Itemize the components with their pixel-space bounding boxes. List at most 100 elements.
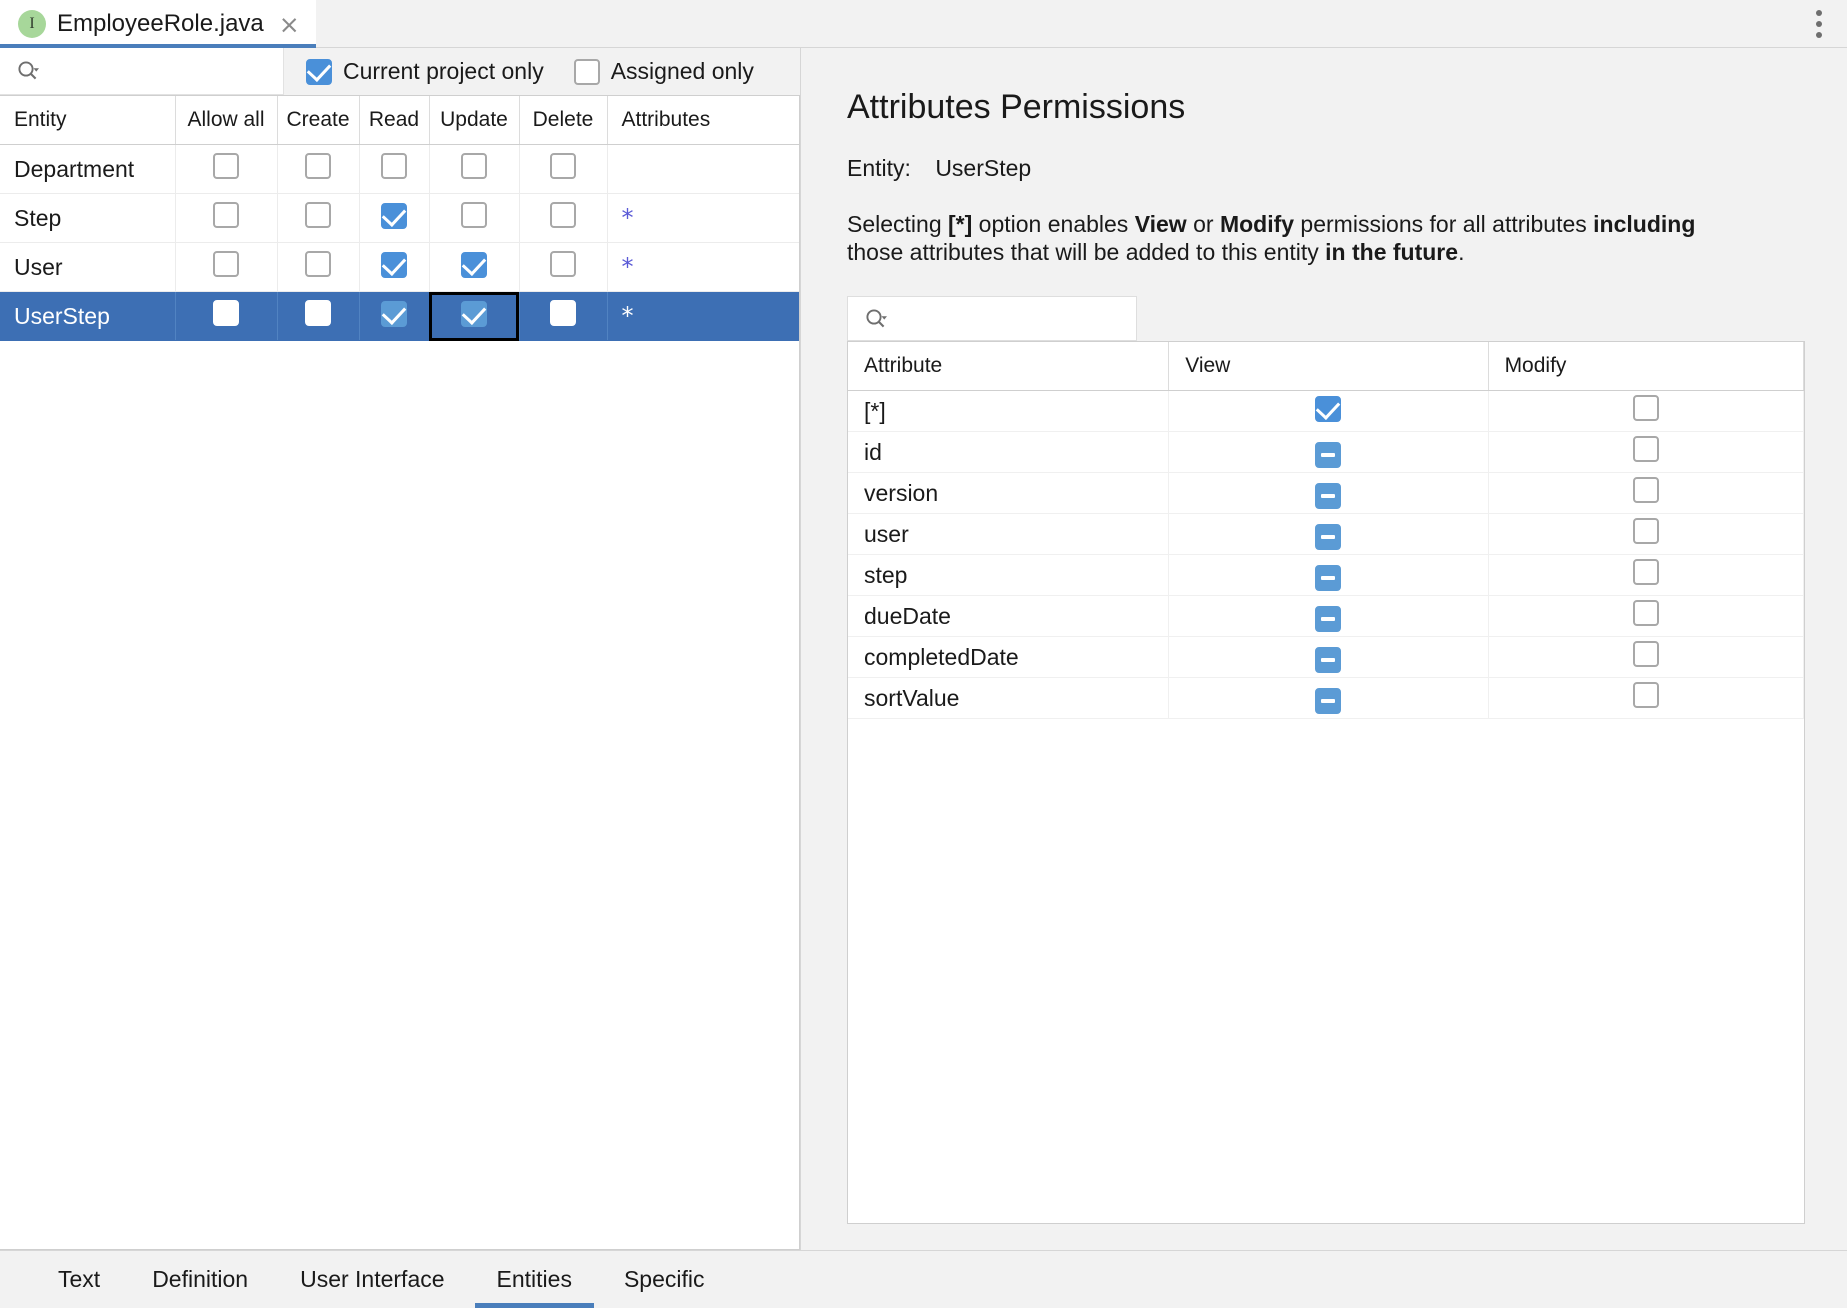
view-checkbox[interactable] <box>1315 524 1341 550</box>
update-checkbox[interactable] <box>461 252 487 278</box>
table-row[interactable]: completedDate <box>848 637 1804 678</box>
entity-name-cell[interactable]: UserStep <box>0 292 175 341</box>
modify-checkbox[interactable] <box>1633 600 1659 626</box>
delete-checkbox[interactable] <box>550 251 576 277</box>
table-row[interactable]: version <box>848 473 1804 514</box>
filter-current-project-only[interactable]: Current project only <box>306 58 544 85</box>
cell-delete[interactable] <box>519 194 607 243</box>
allow-all-checkbox[interactable] <box>213 202 239 228</box>
cell-modify[interactable] <box>1488 637 1803 678</box>
cell-read[interactable] <box>359 194 429 243</box>
table-row[interactable]: Step * <box>0 194 800 243</box>
create-checkbox[interactable] <box>305 300 331 326</box>
modify-checkbox[interactable] <box>1633 559 1659 585</box>
entity-search-input[interactable] <box>40 59 295 83</box>
view-checkbox[interactable] <box>1315 565 1341 591</box>
column-header-attributes[interactable]: Attributes <box>607 96 800 145</box>
cell-modify[interactable] <box>1488 514 1803 555</box>
cell-create[interactable] <box>277 243 359 292</box>
attribute-name-cell[interactable]: id <box>848 432 1169 473</box>
editor-tab-employeerole[interactable]: I EmployeeRole.java × <box>0 0 316 48</box>
cell-create[interactable] <box>277 194 359 243</box>
cell-modify[interactable] <box>1488 678 1803 719</box>
column-header-read[interactable]: Read <box>359 96 429 145</box>
cell-view[interactable] <box>1169 555 1488 596</box>
cell-modify[interactable] <box>1488 596 1803 637</box>
more-vertical-icon[interactable] <box>1791 0 1847 47</box>
cell-read[interactable] <box>359 243 429 292</box>
attribute-name-cell[interactable]: [*] <box>848 391 1169 432</box>
cell-allow-all[interactable] <box>175 194 277 243</box>
cell-attributes[interactable]: * <box>607 243 800 292</box>
cell-update[interactable] <box>429 292 519 341</box>
modify-checkbox[interactable] <box>1633 395 1659 421</box>
assigned-only-checkbox[interactable] <box>574 59 600 85</box>
tab-specific[interactable]: Specific <box>598 1251 731 1308</box>
modify-checkbox[interactable] <box>1633 477 1659 503</box>
table-row[interactable]: step <box>848 555 1804 596</box>
modify-checkbox[interactable] <box>1633 518 1659 544</box>
entity-search-box[interactable] <box>0 48 284 95</box>
update-checkbox[interactable] <box>461 153 487 179</box>
table-row[interactable]: user <box>848 514 1804 555</box>
column-header-entity[interactable]: Entity <box>0 96 175 145</box>
cell-view[interactable] <box>1169 473 1488 514</box>
cell-create[interactable] <box>277 292 359 341</box>
cell-create[interactable] <box>277 145 359 194</box>
filter-assigned-only[interactable]: Assigned only <box>574 58 754 85</box>
cell-attributes[interactable]: * <box>607 194 800 243</box>
create-checkbox[interactable] <box>305 153 331 179</box>
cell-delete[interactable] <box>519 243 607 292</box>
view-checkbox[interactable] <box>1315 396 1341 422</box>
cell-view[interactable] <box>1169 596 1488 637</box>
tab-definition[interactable]: Definition <box>126 1251 274 1308</box>
table-row[interactable]: dueDate <box>848 596 1804 637</box>
read-checkbox[interactable] <box>381 203 407 229</box>
cell-view[interactable] <box>1169 391 1488 432</box>
create-checkbox[interactable] <box>305 202 331 228</box>
cell-modify[interactable] <box>1488 391 1803 432</box>
attribute-name-cell[interactable]: user <box>848 514 1169 555</box>
update-checkbox[interactable] <box>461 301 487 327</box>
table-row[interactable]: Department <box>0 145 800 194</box>
cell-modify[interactable] <box>1488 473 1803 514</box>
attribute-name-cell[interactable]: completedDate <box>848 637 1169 678</box>
cell-allow-all[interactable] <box>175 292 277 341</box>
allow-all-checkbox[interactable] <box>213 300 239 326</box>
view-checkbox[interactable] <box>1315 606 1341 632</box>
entity-name-cell[interactable]: User <box>0 243 175 292</box>
attribute-name-cell[interactable]: dueDate <box>848 596 1169 637</box>
view-checkbox[interactable] <box>1315 688 1341 714</box>
entity-name-cell[interactable]: Step <box>0 194 175 243</box>
entity-name-cell[interactable]: Department <box>0 145 175 194</box>
cell-update[interactable] <box>429 145 519 194</box>
update-checkbox[interactable] <box>461 202 487 228</box>
cell-attributes[interactable] <box>607 145 800 194</box>
tab-user-interface[interactable]: User Interface <box>274 1251 470 1308</box>
view-checkbox[interactable] <box>1315 442 1341 468</box>
column-header-update[interactable]: Update <box>429 96 519 145</box>
cell-read[interactable] <box>359 292 429 341</box>
allow-all-checkbox[interactable] <box>213 153 239 179</box>
attribute-name-cell[interactable]: step <box>848 555 1169 596</box>
attribute-name-cell[interactable]: version <box>848 473 1169 514</box>
cell-view[interactable] <box>1169 432 1488 473</box>
entity-table-container[interactable]: Entity Allow all Create Read Update Dele… <box>0 95 800 1250</box>
modify-checkbox[interactable] <box>1633 641 1659 667</box>
column-header-attribute[interactable]: Attribute <box>848 342 1169 391</box>
column-header-allow-all[interactable]: Allow all <box>175 96 277 145</box>
cell-attributes[interactable]: * <box>607 292 800 341</box>
delete-checkbox[interactable] <box>550 300 576 326</box>
current-project-only-checkbox[interactable] <box>306 59 332 85</box>
cell-view[interactable] <box>1169 678 1488 719</box>
close-icon[interactable]: × <box>279 12 300 37</box>
column-header-delete[interactable]: Delete <box>519 96 607 145</box>
cell-update[interactable] <box>429 243 519 292</box>
read-checkbox[interactable] <box>381 301 407 327</box>
create-checkbox[interactable] <box>305 251 331 277</box>
table-row[interactable]: sortValue <box>848 678 1804 719</box>
cell-modify[interactable] <box>1488 432 1803 473</box>
cell-read[interactable] <box>359 145 429 194</box>
allow-all-checkbox[interactable] <box>213 251 239 277</box>
tab-entities[interactable]: Entities <box>471 1251 598 1308</box>
